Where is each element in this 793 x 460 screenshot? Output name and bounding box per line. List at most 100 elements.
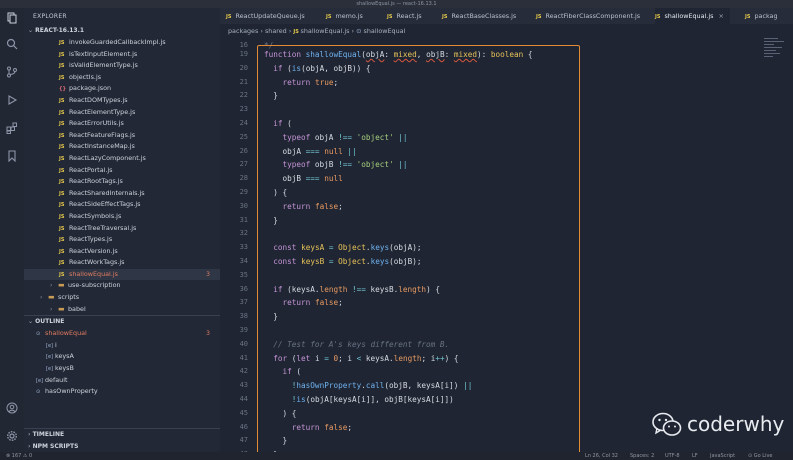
line-number: 21 [239, 77, 248, 86]
title-bar: shallowEqual.js — react-16.13.1 [0, 0, 793, 8]
function-symbol-icon: ⊙ [356, 27, 364, 35]
timeline-section[interactable]: › TIMELINE [24, 429, 220, 441]
problems-count[interactable]: ⊗ 167 ⚠ 0 [6, 452, 32, 460]
chevron-down-icon: ⌄ [28, 318, 34, 326]
line-number: 33 [239, 243, 248, 252]
tab-label: ReactFiberClassComponent.js [545, 12, 641, 20]
file-item[interactable]: JS ReactErrorUtils.js [24, 118, 220, 130]
go-live-button[interactable]: ⊙ Go Live [748, 452, 773, 460]
editor-tab[interactable]: JS packag [745, 8, 784, 24]
close-icon[interactable]: × [718, 12, 723, 20]
folder-icon: ▬ [48, 293, 55, 302]
editor-tab[interactable]: JS ReactFiberClassComponent.js [536, 8, 646, 24]
encoding[interactable]: UTF-8 [665, 452, 680, 460]
outline-item[interactable]: [e] keysA [24, 351, 220, 363]
npm-scripts-label: NPM SCRIPTS [32, 443, 79, 450]
folder-item[interactable]: › ▬ babel [24, 304, 220, 316]
files-icon[interactable] [6, 12, 18, 24]
line-number: 20 [239, 63, 248, 72]
file-item[interactable]: JS ReactTreeTraversal.js [24, 223, 220, 235]
tab-label: memo.js [335, 12, 363, 20]
search-icon[interactable] [6, 38, 18, 50]
tab-label: React.js [396, 12, 422, 20]
breadcrumb-item[interactable]: packages [228, 27, 258, 35]
line-number: 22 [239, 91, 248, 100]
file-item[interactable]: JS objectIs.js [24, 72, 220, 84]
file-label: package.json [69, 84, 112, 93]
folder-label: scripts [58, 293, 80, 302]
line-number: 37 [239, 298, 248, 307]
file-item[interactable]: JS ReactLazyComponent.js [24, 153, 220, 165]
editor-tab[interactable]: JS shallowEqual.js × [655, 8, 730, 24]
line-number: 42 [239, 367, 248, 376]
file-label: ReactSideEffectTags.js [69, 200, 141, 209]
editor: JS ReactUpdateQueue.js JS memo.js JS React.js… [220, 8, 793, 460]
minimap[interactable] [764, 38, 788, 68]
file-item[interactable]: JS ReactSharedInternals.js [24, 188, 220, 200]
editor-tab[interactable]: JS ReactBaseClasses.js [442, 8, 522, 24]
breadcrumb-item[interactable]: shallowEqual [364, 27, 406, 35]
js-file-icon: JS [442, 14, 448, 20]
file-item[interactable]: JS shallowEqual.js 3 [24, 268, 220, 281]
editor-tab[interactable]: JS ReactUpdateQueue.js [226, 8, 311, 24]
breadcrumb-item[interactable]: shared [265, 27, 287, 35]
breadcrumb: packages › shared › JS shallowEqual.js ›… [228, 26, 405, 37]
bookmark-icon[interactable] [6, 150, 18, 163]
watermark-text: coderwhy [687, 412, 785, 436]
outline-item[interactable]: [e] i [24, 340, 220, 352]
file-item[interactable]: JS ReactDOMTypes.js [24, 95, 220, 107]
account-icon[interactable] [6, 402, 18, 414]
timeline-label: TIMELINE [32, 431, 65, 438]
file-item[interactable]: JS ReactInstanceMap.js [24, 141, 220, 153]
outline-label: default [45, 375, 68, 384]
cursor-position[interactable]: Ln 26, Col 32 [585, 452, 618, 460]
outline-list: ⊙ shallowEqual 3 [e] i [e] keysA [e] keysB [e] def… [24, 328, 220, 398]
file-label: isTextInputElement.js [69, 49, 138, 58]
outline-item[interactable]: ⊙ shallowEqual 3 [24, 328, 220, 340]
folder-item[interactable]: › ▬ scripts [24, 292, 220, 304]
npm-scripts-section[interactable]: › NPM SCRIPTS [24, 441, 220, 452]
line-number: 39 [239, 326, 248, 334]
file-item[interactable]: JS ReactPortal.js [24, 165, 220, 177]
editor-tab[interactable]: JS React.js [387, 8, 428, 24]
breadcrumb-item[interactable]: shallowEqual.js [301, 27, 350, 35]
file-item[interactable]: JS invokeGuardedCallbackImpl.js [24, 37, 220, 49]
workspace-section[interactable]: ⌄ REACT-16.13.1 [24, 25, 220, 37]
outline-item[interactable]: ⊙ hasOwnProperty [24, 386, 220, 398]
file-label: ReactSymbols.js [69, 211, 122, 220]
eol[interactable]: LF [692, 452, 698, 460]
extensions-icon[interactable] [6, 122, 18, 134]
file-item[interactable]: JS ReactSideEffectTags.js [24, 199, 220, 211]
folder-label: use-subscription [68, 281, 121, 290]
file-item[interactable]: JS ReactVersion.js [24, 246, 220, 258]
file-label: isValidElementType.js [69, 61, 138, 70]
file-label: objectIs.js [69, 72, 102, 81]
file-item[interactable]: {} package.json [24, 83, 220, 95]
indent-setting[interactable]: Spaces: 2 [630, 452, 654, 460]
file-item[interactable]: JS ReactTypes.js [24, 234, 220, 246]
debug-icon[interactable] [6, 94, 18, 106]
outline-section[interactable]: ⌄ OUTLINE [24, 316, 220, 328]
file-item[interactable]: JS ReactElementType.js [24, 107, 220, 119]
source-control-icon[interactable] [6, 66, 18, 78]
line-number: 44 [239, 395, 248, 403]
folder-item[interactable]: › ▬ use-subscription [24, 280, 220, 292]
gear-icon[interactable] [6, 430, 18, 442]
outline-item[interactable]: [e] keysB [24, 363, 220, 375]
file-item[interactable]: JS ReactSymbols.js [24, 211, 220, 223]
file-item[interactable]: JS ReactRootTags.js [24, 176, 220, 188]
file-item[interactable]: JS isTextInputElement.js [24, 49, 220, 61]
line-number: 32 [239, 229, 248, 238]
file-item[interactable]: JS ReactWorkTags.js [24, 257, 220, 269]
wechat-logo-icon [652, 412, 682, 436]
language-mode[interactable]: JavaScript [710, 452, 735, 460]
outline-item[interactable]: [e] default [24, 375, 220, 387]
editor-tab[interactable]: JS memo.js [326, 8, 369, 24]
line-number: 25 [239, 132, 248, 141]
js-file-icon: JS [387, 14, 393, 20]
folder-icon: ▬ [58, 281, 65, 290]
chevron-right-icon: › [50, 282, 53, 290]
file-item[interactable]: JS ReactFeatureFlags.js [24, 130, 220, 142]
line-number: 41 [239, 353, 248, 362]
file-item[interactable]: JS isValidElementType.js [24, 60, 220, 72]
